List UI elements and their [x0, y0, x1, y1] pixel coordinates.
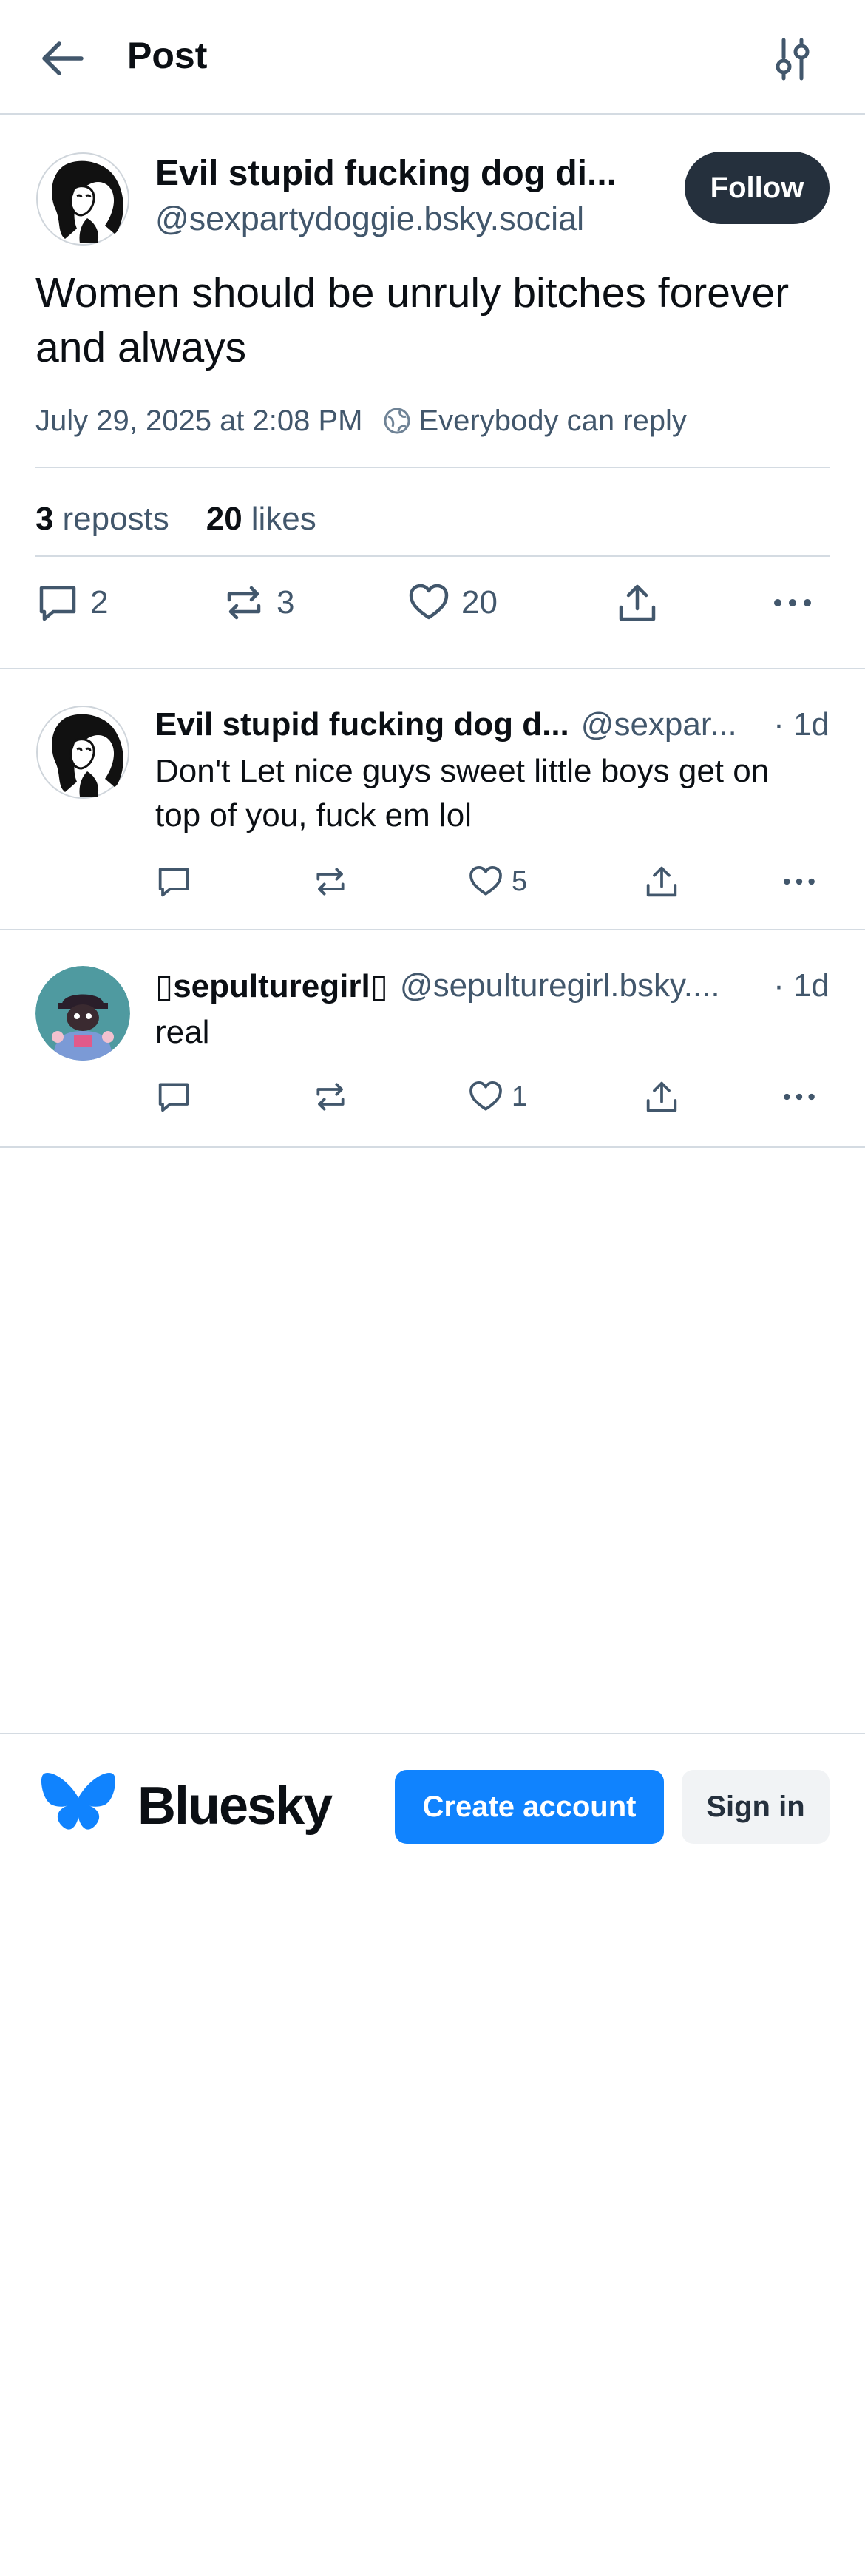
reply-header: ▯sepulturegirl▯ @sepulturegirl.bsky.... …: [155, 963, 830, 1009]
post-stats: 3 reposts 20 likes: [35, 486, 353, 552]
repost-icon: [312, 863, 349, 900]
reply-timestamp[interactable]: · 1d: [773, 967, 830, 1004]
comment-icon: [155, 863, 192, 900]
avatar[interactable]: [35, 152, 130, 246]
heart-icon: [467, 1078, 504, 1115]
reply-text: Don't Let nice guys sweet little boys ge…: [155, 753, 770, 834]
page-title: Post: [127, 35, 208, 76]
reply-button[interactable]: [155, 863, 192, 900]
avatar[interactable]: [35, 705, 130, 799]
repost-button[interactable]: [312, 1078, 349, 1115]
author-name[interactable]: Evil stupid fucking dog di...: [155, 153, 643, 194]
divider: [35, 555, 830, 557]
reply-author-name[interactable]: Evil stupid fucking dog d...: [155, 706, 569, 743]
more-options-button[interactable]: [781, 1078, 818, 1115]
back-arrow-icon[interactable]: [37, 33, 89, 84]
more-dots-icon: [781, 1078, 818, 1115]
post-actions: 2 3 20: [0, 575, 865, 634]
reply-post[interactable]: Evil stupid fucking dog d... @sexpar... …: [0, 669, 865, 930]
share-icon: [643, 863, 680, 900]
share-button[interactable]: [643, 863, 680, 900]
repost-icon: [222, 581, 266, 625]
reply-text: real: [155, 1014, 210, 1050]
reply-timestamp[interactable]: · 1d: [773, 706, 830, 743]
avatar[interactable]: [35, 966, 130, 1061]
like-count: 5: [512, 865, 528, 897]
likes-label: likes: [251, 501, 316, 537]
bluesky-wordmark: Bluesky: [138, 1777, 333, 1836]
share-button[interactable]: [643, 1078, 680, 1115]
like-button[interactable]: 5: [467, 863, 527, 900]
like-button[interactable]: 20: [407, 581, 498, 625]
reply-count: 2: [90, 584, 109, 621]
sign-in-button[interactable]: Sign in: [682, 1770, 830, 1844]
sliders-icon[interactable]: [769, 36, 816, 83]
top-nav-bar: Post: [0, 0, 865, 115]
likes-count: 20: [206, 501, 242, 537]
repost-button[interactable]: 3: [222, 581, 294, 625]
comment-icon: [35, 581, 80, 625]
reply-setting[interactable]: Everybody can reply: [419, 405, 687, 438]
reply-header: Evil stupid fucking dog d... @sexpar... …: [155, 702, 830, 748]
reposts-count: 3: [35, 501, 54, 537]
main-post: Evil stupid fucking dog di... @sexpartyd…: [0, 116, 865, 669]
reply-author-handle[interactable]: @sepulturegirl.bsky....: [400, 967, 764, 1004]
reply-author-name[interactable]: ▯sepulturegirl▯: [155, 967, 388, 1005]
heart-icon: [407, 581, 451, 625]
heart-icon: [467, 863, 504, 900]
follow-button[interactable]: Follow: [685, 152, 830, 224]
post-timestamp[interactable]: July 29, 2025 at 2:08 PM: [35, 405, 363, 438]
share-icon: [615, 581, 659, 625]
reply-button[interactable]: [155, 1078, 192, 1115]
post-meta: July 29, 2025 at 2:08 PM Everybody can r…: [35, 399, 687, 443]
like-count: 1: [512, 1081, 528, 1112]
signup-bar: Bluesky Create account Sign in: [0, 1733, 865, 1877]
comment-icon: [155, 1078, 192, 1115]
bluesky-butterfly-icon: [41, 1770, 115, 1836]
share-icon: [643, 1078, 680, 1115]
reposts-label: reposts: [62, 501, 169, 537]
share-button[interactable]: [615, 581, 659, 625]
reply-actions: 1: [0, 1078, 865, 1123]
repost-icon: [312, 1078, 349, 1115]
more-dots-icon: [770, 581, 815, 625]
reply-post[interactable]: ▯sepulturegirl▯ @sepulturegirl.bsky.... …: [0, 930, 865, 1148]
more-options-button[interactable]: [770, 581, 815, 625]
repost-count: 3: [277, 584, 295, 621]
likes-stat[interactable]: 20 likes: [206, 501, 316, 538]
reply-author-handle[interactable]: @sexpar...: [581, 706, 764, 743]
reply-button[interactable]: 2: [35, 581, 108, 625]
author-handle[interactable]: @sexpartydoggie.bsky.social: [155, 200, 584, 238]
like-count: 20: [461, 584, 498, 621]
like-button[interactable]: 1: [467, 1078, 527, 1115]
reply-actions: 5: [0, 863, 865, 907]
more-dots-icon: [781, 863, 818, 900]
more-options-button[interactable]: [781, 863, 818, 900]
create-account-button[interactable]: Create account: [395, 1770, 664, 1844]
post-text: Women should be unruly bitches forever a…: [35, 269, 790, 371]
globe-icon: [382, 406, 412, 436]
repost-button[interactable]: [312, 863, 349, 900]
divider: [35, 467, 830, 468]
reposts-stat[interactable]: 3 reposts: [35, 501, 169, 538]
